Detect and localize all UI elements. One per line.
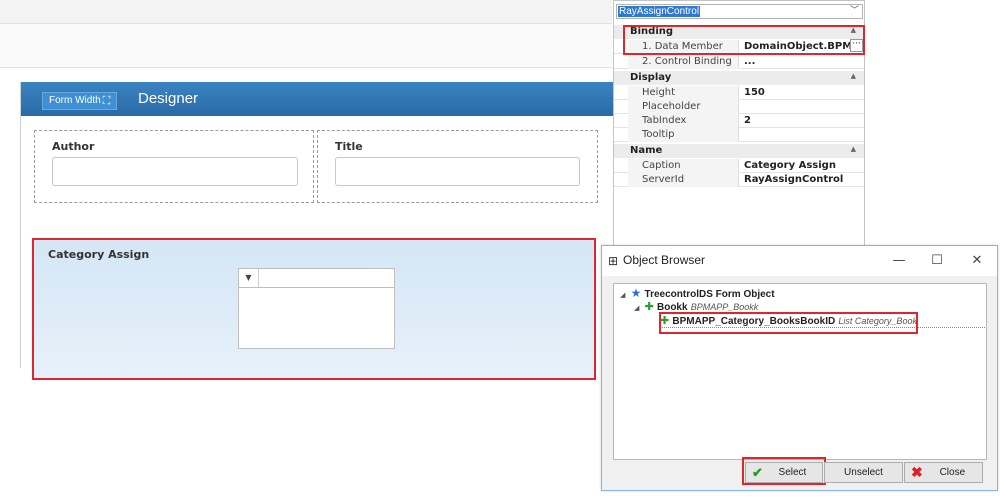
author-field-cell[interactable]: Author bbox=[34, 130, 314, 203]
close-icon: ✖ bbox=[911, 464, 923, 480]
object-browser-dialog: ⊞ Object Browser — ☐ ✕ ◢ ★ TreecontrolDS… bbox=[601, 245, 998, 491]
prop-row-caption[interactable]: Caption Category Assign bbox=[614, 159, 864, 173]
unselect-button[interactable]: Unselect bbox=[824, 462, 903, 483]
category-dropdown[interactable]: ▼ bbox=[238, 268, 395, 288]
tree-node-type: BPMAPP_Bookk bbox=[690, 302, 759, 312]
prop-value[interactable]: RayAssignControl bbox=[741, 173, 864, 187]
prop-name: 1. Data Member bbox=[628, 40, 739, 54]
control-selector[interactable]: RayAssignControl ﹀ bbox=[616, 4, 863, 19]
secondary-toolbar bbox=[0, 24, 612, 68]
star-icon: ★ bbox=[630, 286, 642, 300]
dropdown-arrow-icon[interactable]: ▼ bbox=[239, 269, 259, 287]
prop-name: Caption bbox=[628, 159, 739, 173]
title-label: Title bbox=[335, 140, 363, 153]
puzzle-icon: ✚ bbox=[644, 300, 654, 313]
prop-name: TabIndex bbox=[628, 114, 739, 128]
author-label: Author bbox=[52, 140, 95, 153]
collapse-icon[interactable]: ▲ bbox=[851, 26, 856, 34]
top-toolbar bbox=[0, 0, 612, 24]
category-binding[interactable]: Binding ▲ bbox=[614, 25, 864, 39]
hierarchy-icon: ⊞ bbox=[608, 254, 619, 268]
prop-value[interactable] bbox=[741, 100, 864, 114]
close-window-button[interactable]: ✕ bbox=[962, 249, 992, 273]
prop-value[interactable]: ... bbox=[741, 55, 864, 69]
prop-row-tooltip[interactable]: Tooltip bbox=[614, 128, 864, 142]
ellipsis-button[interactable]: ··· bbox=[850, 39, 863, 52]
dialog-title: Object Browser bbox=[623, 253, 706, 267]
object-tree: ◢ ★ TreecontrolDS Form Object ◢ ✚ Bookk … bbox=[613, 283, 987, 460]
designer-title: Designer bbox=[138, 90, 199, 107]
author-input[interactable] bbox=[52, 157, 298, 186]
tree-node-label: TreecontrolDS Form Object bbox=[644, 289, 775, 300]
expand-icon: ⛶ bbox=[102, 95, 111, 107]
title-field-cell[interactable]: Title bbox=[317, 130, 598, 203]
designer-panel: Form Width ⛶ Designer Author Title Categ… bbox=[20, 82, 613, 380]
category-assign-control[interactable]: Category Assign ▼ bbox=[32, 238, 596, 380]
prop-row-placeholder[interactable]: Placeholder bbox=[614, 100, 864, 114]
property-grid: RayAssignControl ﹀ Binding ▲ 1. Data Mem… bbox=[613, 0, 865, 252]
prop-name: ServerId bbox=[628, 173, 739, 187]
prop-value[interactable]: Category Assign bbox=[741, 159, 864, 173]
category-name: Binding bbox=[630, 26, 674, 37]
maximize-button[interactable]: ☐ bbox=[922, 249, 952, 273]
expand-arrow-icon[interactable]: ◢ bbox=[634, 304, 639, 312]
collapse-icon[interactable]: ▲ bbox=[851, 145, 856, 153]
selection-highlight bbox=[659, 312, 918, 334]
tree-node-root[interactable]: ◢ ★ TreecontrolDS Form Object bbox=[620, 286, 775, 300]
prop-name: Placeholder bbox=[628, 100, 739, 114]
category-name: Display bbox=[630, 72, 672, 83]
minimize-button[interactable]: — bbox=[884, 249, 914, 273]
prop-row-tabindex[interactable]: TabIndex 2 bbox=[614, 114, 864, 128]
collapse-icon[interactable]: ▲ bbox=[851, 72, 856, 80]
prop-name: 2. Control Binding bbox=[628, 55, 739, 69]
designer-header: Form Width ⛶ Designer bbox=[21, 82, 613, 116]
form-width-button[interactable]: Form Width ⛶ bbox=[42, 92, 118, 110]
category-name: Name bbox=[630, 145, 663, 156]
category-listbox[interactable] bbox=[238, 287, 395, 349]
prop-value[interactable]: 2 bbox=[741, 114, 864, 128]
prop-name: Height bbox=[628, 86, 739, 100]
title-input[interactable] bbox=[335, 157, 580, 186]
category-assign-label: Category Assign bbox=[48, 248, 150, 261]
category-name-group[interactable]: Name ▲ bbox=[614, 144, 864, 158]
close-button[interactable]: ✖ Close bbox=[904, 462, 983, 483]
category-display[interactable]: Display ▲ bbox=[614, 71, 864, 85]
control-selector-value: RayAssignControl bbox=[618, 6, 701, 17]
prop-row-serverid[interactable]: ServerId RayAssignControl bbox=[614, 173, 864, 187]
prop-name: Tooltip bbox=[628, 128, 739, 142]
chevron-down-icon[interactable]: ﹀ bbox=[850, 5, 859, 18]
prop-row-height[interactable]: Height 150 bbox=[614, 86, 864, 100]
prop-value[interactable]: 150 bbox=[741, 86, 864, 100]
prop-value[interactable] bbox=[741, 128, 864, 142]
designer-canvas: Author Title Category Assign ▼ bbox=[21, 116, 613, 380]
prop-row-data-member[interactable]: 1. Data Member DomainObject.BPMA... bbox=[614, 40, 864, 54]
form-width-label: Form Width bbox=[49, 95, 101, 106]
dialog-titlebar[interactable]: ⊞ Object Browser — ☐ ✕ bbox=[602, 246, 997, 276]
select-button-highlight bbox=[742, 457, 826, 485]
prop-row-control-binding[interactable]: 2. Control Binding ... bbox=[614, 55, 864, 69]
prop-value[interactable]: DomainObject.BPMA... bbox=[741, 40, 864, 54]
expand-arrow-icon[interactable]: ◢ bbox=[620, 291, 625, 299]
